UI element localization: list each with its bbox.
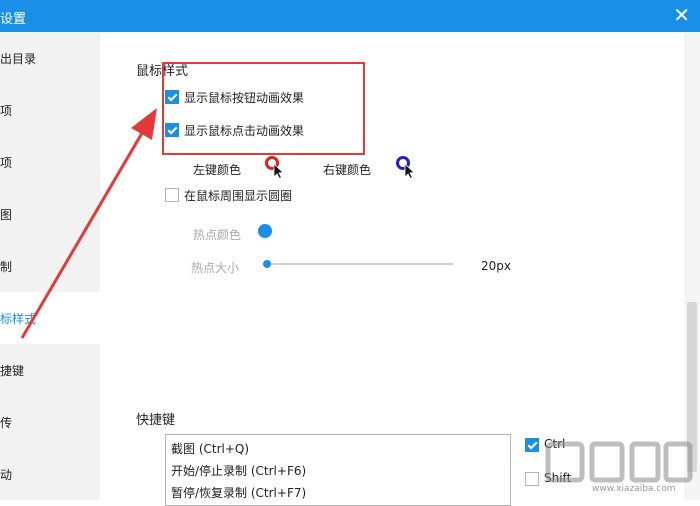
- checkbox-unchecked-icon: [525, 472, 539, 486]
- title-bar: 设置 ✕: [0, 0, 700, 32]
- sidebar-item-auto[interactable]: 动: [0, 448, 100, 500]
- list-item[interactable]: 暂停/恢复录制 (Ctrl+F7): [171, 484, 306, 501]
- sidebar-item-label: 项: [0, 156, 13, 170]
- sidebar-item-export-dir[interactable]: 出目录: [0, 32, 100, 84]
- list-item[interactable]: 开始/停止录制 (Ctrl+F6): [171, 462, 306, 479]
- sidebar-item-shortcuts[interactable]: 捷键: [0, 344, 100, 396]
- right-key-color-picker[interactable]: [394, 155, 416, 179]
- sidebar-item-label: 图: [0, 208, 13, 222]
- right-key-color-label: 右键颜色: [323, 163, 372, 177]
- window-title: 设置: [0, 12, 27, 27]
- hotspot-color-label: 热点颜色: [193, 228, 242, 242]
- hotspot-size-label: 热点大小: [191, 261, 240, 275]
- hotspot-size-value: 20px: [481, 259, 511, 273]
- sidebar-item-label: 动: [0, 468, 13, 482]
- close-icon[interactable]: ✕: [673, 4, 690, 26]
- left-key-color-picker[interactable]: [263, 155, 285, 179]
- sidebar: 出目录 项 项 图 制 标样式 捷键 传 动: [0, 32, 100, 500]
- shortcut-list[interactable]: 截图 (Ctrl+Q) 开始/停止录制 (Ctrl+F6) 暂停/恢复录制 (C…: [165, 434, 511, 506]
- checkbox-unchecked-icon: [165, 188, 179, 202]
- sidebar-item-label: 捷键: [0, 364, 25, 378]
- sidebar-item-screenshot[interactable]: 图: [0, 188, 100, 240]
- sidebar-item-label: 出目录: [0, 52, 37, 66]
- sidebar-item-mouse-style[interactable]: 标样式: [0, 292, 100, 344]
- watermark-url: www.xiazaiba.com: [592, 484, 676, 494]
- hotspot-size-slider[interactable]: [263, 260, 453, 268]
- sidebar-item-label: 制: [0, 260, 13, 274]
- slider-handle[interactable]: [263, 260, 271, 268]
- sidebar-item-label: 传: [0, 416, 13, 430]
- sidebar-item-label: 项: [0, 104, 13, 118]
- sidebar-item-option-2[interactable]: 项: [0, 136, 100, 188]
- sidebar-item-option-1[interactable]: 项: [0, 84, 100, 136]
- sidebar-item-label: 标样式: [0, 312, 37, 326]
- checkbox-label: 在鼠标周围显示圆圈: [184, 189, 293, 203]
- highlight-box: [162, 62, 365, 155]
- sidebar-item-recording[interactable]: 制: [0, 240, 100, 292]
- shortcuts-title: 快捷键: [136, 413, 176, 428]
- list-item[interactable]: 截图 (Ctrl+Q): [171, 440, 249, 457]
- sidebar-item-upload[interactable]: 传: [0, 396, 100, 448]
- hotspot-color-picker[interactable]: [258, 224, 272, 238]
- checkbox-checked-icon: [525, 438, 539, 452]
- left-key-color-label: 左键颜色: [193, 163, 242, 177]
